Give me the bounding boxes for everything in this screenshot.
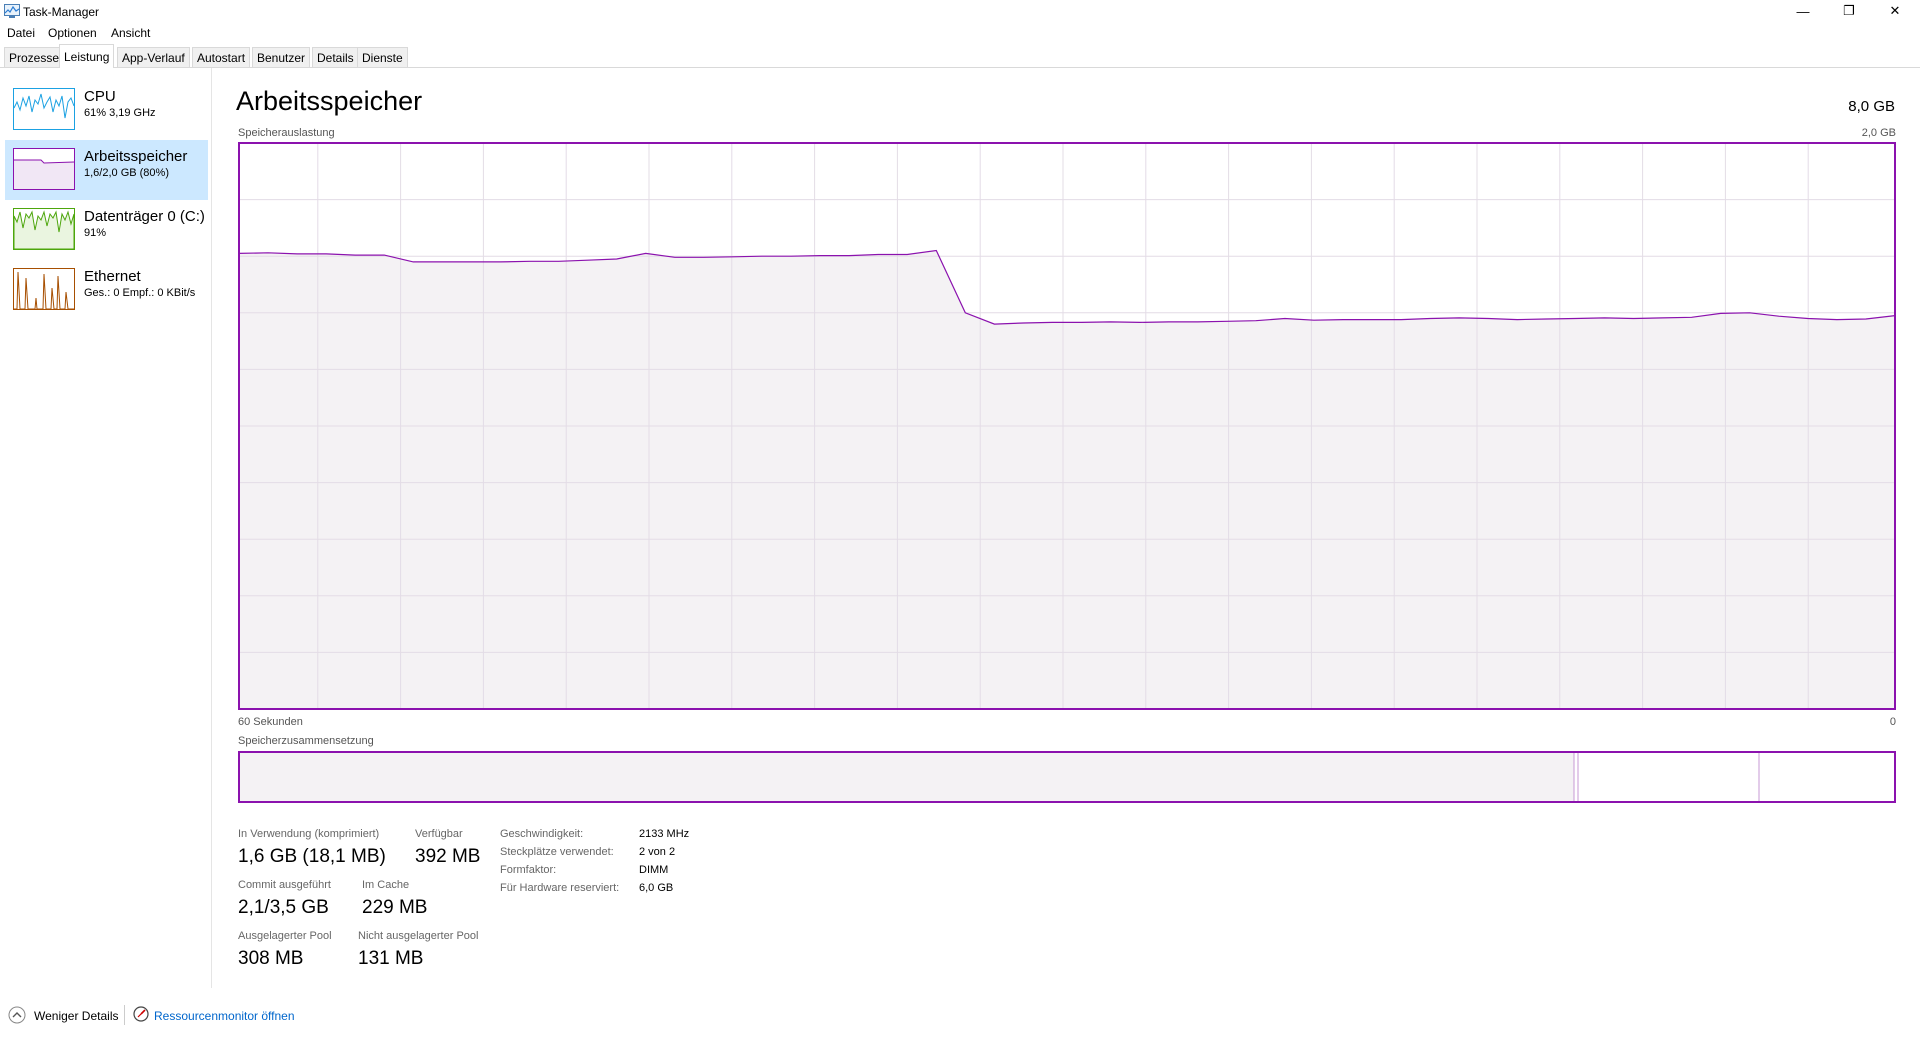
committed-label: Commit ausgeführt [238,879,331,891]
chevron-up-icon[interactable] [8,1006,26,1024]
footer-divider [124,1005,125,1025]
sidebar-item-label: Ethernet [84,268,141,285]
sidebar-item-label: Datenträger 0 (C:) [84,208,205,225]
minimize-button[interactable]: — [1780,0,1826,22]
menu-bar: Datei Optionen Ansicht [0,24,1920,42]
sidebar-item-memory[interactable]: Arbeitsspeicher 1,6/2,0 GB (80%) [5,140,208,200]
composition-in-use [240,753,1574,801]
tab-autostart[interactable]: Autostart [192,47,251,67]
tab-dienste[interactable]: Dienste [357,47,408,67]
slots-label: Steckplätze verwendet: [500,846,614,858]
sidebar-item-label: CPU [84,88,116,105]
in-use-value: 1,6 GB (18,1 MB) [238,846,386,867]
memory-composition-bar [238,751,1896,803]
title-bar: Task-Manager — ❐ ✕ [0,0,1920,24]
tab-details[interactable]: Details [312,47,359,67]
sidebar-item-cpu[interactable]: CPU 61% 3,19 GHz [5,80,208,140]
tab-prozesse[interactable]: Prozesse [4,47,65,67]
committed-value: 2,1/3,5 GB [238,897,329,918]
memory-usage-graph [238,142,1896,710]
tab-benutzer[interactable]: Benutzer [252,47,311,67]
fewer-details-button[interactable]: Weniger Details [34,1009,118,1023]
close-button[interactable]: ✕ [1872,0,1918,22]
in-use-label: In Verwendung (komprimiert) [238,828,380,840]
ethernet-graph-icon [13,268,75,310]
maximize-button[interactable]: ❐ [1826,0,1872,22]
resource-monitor-link[interactable]: Ressourcenmonitor öffnen [154,1009,295,1023]
nonpaged-pool-label: Nicht ausgelagerter Pool [358,930,479,942]
resource-monitor-icon [133,1006,149,1022]
composition-label: Speicherzusammensetzung [238,735,374,747]
menu-optionen[interactable]: Optionen [48,26,97,40]
tab-bar: Prozesse Leistung App-Verlauf Autostart … [0,42,1920,68]
task-manager-icon [4,4,20,18]
paged-pool-value: 308 MB [238,948,304,969]
form-factor-value: DIMM [639,864,669,876]
graph-max-label: 2,0 GB [1861,127,1896,139]
sidebar-item-value: 61% 3,19 GHz [84,107,156,119]
tab-app-verlauf[interactable]: App-Verlauf [117,47,190,67]
menu-ansicht[interactable]: Ansicht [111,26,150,40]
sidebar-item-value: 1,6/2,0 GB (80%) [84,167,169,179]
sidebar-item-disk[interactable]: Datenträger 0 (C:) 91% [5,200,208,260]
nonpaged-pool-value: 131 MB [358,948,424,969]
graph-time-start: 60 Sekunden [238,716,303,728]
menu-datei[interactable]: Datei [7,26,35,40]
cpu-graph-icon [13,88,75,130]
form-factor-label: Formfaktor: [500,864,557,876]
performance-sidebar: CPU 61% 3,19 GHz Arbeitsspeicher 1,6/2,0… [0,68,212,988]
paged-pool-label: Ausgelagerter Pool [238,930,332,942]
memory-total: 8,0 GB [1848,98,1895,115]
slots-value: 2 von 2 [639,846,676,858]
graph-time-end: 0 [1889,716,1896,728]
graph-label: Speicherauslastung [238,127,335,139]
memory-graph-icon [13,148,75,190]
cached-value: 229 MB [362,897,428,918]
sidebar-item-value: Ges.: 0 Empf.: 0 KBit/s [84,287,196,299]
page-title: Arbeitsspeicher [236,86,423,116]
disk-graph-icon [13,208,75,250]
available-label: Verfügbar [415,828,463,840]
speed-label: Geschwindigkeit: [500,828,584,840]
tab-leistung[interactable]: Leistung [59,44,115,68]
speed-value: 2133 MHz [639,828,690,840]
sidebar-item-label: Arbeitsspeicher [84,148,188,165]
window-title: Task-Manager [23,5,100,19]
hardware-reserved-value: 6,0 GB [639,882,674,894]
available-value: 392 MB [415,846,481,867]
sidebar-item-value: 91% [84,227,107,239]
cached-label: Im Cache [362,879,410,891]
hardware-reserved-label: Für Hardware reserviert: [500,882,620,894]
sidebar-item-ethernet[interactable]: Ethernet Ges.: 0 Empf.: 0 KBit/s [5,260,208,320]
